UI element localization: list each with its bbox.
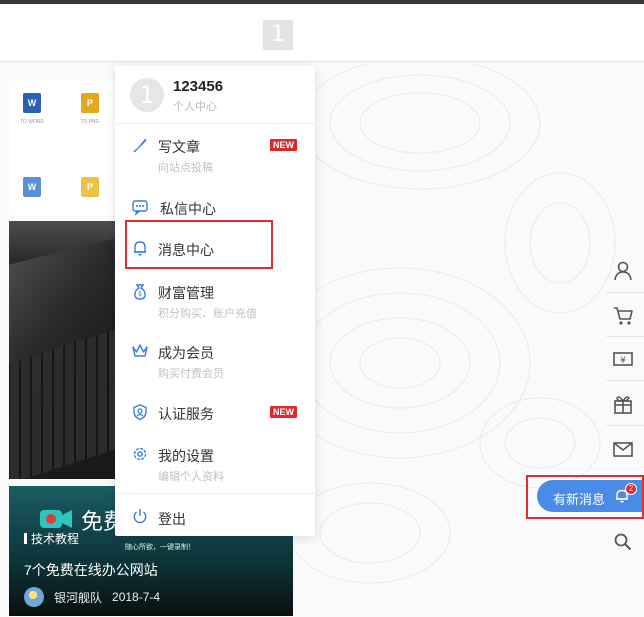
unread-count-badge: 2 bbox=[625, 483, 637, 495]
svg-text:$: $ bbox=[138, 290, 142, 298]
user-dropdown-menu: 1 123456 个人中心 写文章 NEW 向站点投稿 私信中心 消息中心 $ … bbox=[115, 66, 315, 536]
gear-icon bbox=[133, 447, 147, 461]
menu-item-sub: 编辑个人资料 bbox=[158, 471, 224, 483]
money-bag-icon: $ bbox=[134, 284, 146, 300]
word-file-tile: W bbox=[9, 159, 55, 215]
menu-item-label: 写文章 bbox=[158, 139, 200, 155]
search-icon[interactable] bbox=[612, 531, 634, 553]
power-icon bbox=[133, 509, 147, 524]
menu-item-label: 成为会员 bbox=[158, 345, 214, 361]
new-message-button[interactable]: 有新消息 2 bbox=[537, 480, 642, 512]
article-category-tag[interactable]: 技术教程 bbox=[24, 530, 79, 547]
menu-item-label: 私信中心 bbox=[160, 201, 216, 217]
article-thumbnail-files[interactable]: W TO WORD P TO PNG W P bbox=[9, 81, 115, 215]
png-icon: P bbox=[81, 177, 99, 197]
user-name[interactable]: 123456 bbox=[173, 78, 223, 95]
menu-item-label: 我的设置 bbox=[158, 448, 214, 464]
video-camera-icon bbox=[40, 510, 72, 528]
site-header: 1 bbox=[0, 4, 644, 62]
recharge-icon[interactable]: ¥ bbox=[612, 348, 634, 370]
menu-item-certification[interactable]: 认证服务 NEW bbox=[115, 401, 315, 427]
menu-item-wealth-management[interactable]: $ 财富管理 积分购买、账户充值 bbox=[115, 280, 315, 324]
mail-icon[interactable] bbox=[612, 438, 634, 460]
new-message-label: 有新消息 bbox=[553, 492, 606, 507]
menu-item-sub: 向站点投稿 bbox=[158, 162, 213, 174]
file-caption: TO WORD bbox=[19, 119, 45, 125]
menu-item-private-messages[interactable]: 私信中心 bbox=[115, 194, 315, 220]
cart-icon[interactable] bbox=[612, 304, 634, 326]
article-date: 2018-7-4 bbox=[112, 590, 161, 604]
gift-icon[interactable] bbox=[612, 393, 634, 415]
content-area: W TO WORD P TO PNG W P 免费 随心所欲，一键录制！ 技术教… bbox=[0, 63, 644, 617]
user-avatar[interactable]: 1 bbox=[130, 78, 164, 112]
word-file-tile: W TO WORD bbox=[9, 81, 55, 137]
file-caption: TO PNG bbox=[80, 119, 100, 125]
banner-subtext: 随心所欲，一键录制！ bbox=[125, 544, 195, 551]
new-badge: NEW bbox=[270, 139, 297, 151]
highlight-notification-center bbox=[125, 220, 273, 269]
chat-icon bbox=[132, 200, 148, 216]
shield-icon bbox=[133, 404, 147, 421]
article-thumbnail-laptop[interactable] bbox=[9, 221, 115, 479]
svg-text:¥: ¥ bbox=[620, 356, 626, 366]
user-icon[interactable] bbox=[612, 260, 634, 282]
menu-item-settings[interactable]: 我的设置 编辑个人资料 bbox=[115, 443, 315, 487]
png-file-tile: P bbox=[67, 159, 113, 215]
new-badge: NEW bbox=[270, 406, 297, 418]
author-name[interactable]: 银河舰队 bbox=[54, 589, 102, 606]
menu-item-write-article[interactable]: 写文章 NEW 向站点投稿 bbox=[115, 134, 315, 178]
png-icon: P bbox=[81, 93, 99, 113]
crown-icon bbox=[132, 344, 148, 357]
menu-item-logout[interactable]: 登出 bbox=[115, 506, 315, 530]
user-center-label: 个人中心 bbox=[173, 101, 217, 113]
png-file-tile: P TO PNG bbox=[67, 81, 113, 137]
word-icon: W bbox=[23, 93, 41, 113]
pen-icon bbox=[133, 138, 147, 153]
menu-user-header[interactable]: 1 123456 个人中心 bbox=[115, 66, 315, 124]
word-icon: W bbox=[23, 177, 41, 197]
menu-item-sub: 积分购买、账户充值 bbox=[158, 308, 257, 320]
menu-item-label: 财富管理 bbox=[158, 285, 214, 301]
author-avatar[interactable] bbox=[24, 587, 44, 607]
article-title[interactable]: 7个免费在线办公网站 bbox=[24, 560, 158, 580]
menu-item-become-member[interactable]: 成为会员 购买付费会员 bbox=[115, 340, 315, 384]
menu-item-label: 登出 bbox=[158, 511, 186, 527]
menu-divider bbox=[115, 493, 315, 494]
article-meta: 银河舰队 2018-7-4 bbox=[24, 586, 160, 608]
header-avatar[interactable]: 1 bbox=[263, 20, 293, 50]
menu-item-label: 认证服务 bbox=[158, 406, 214, 422]
menu-item-sub: 购买付费会员 bbox=[158, 368, 224, 380]
